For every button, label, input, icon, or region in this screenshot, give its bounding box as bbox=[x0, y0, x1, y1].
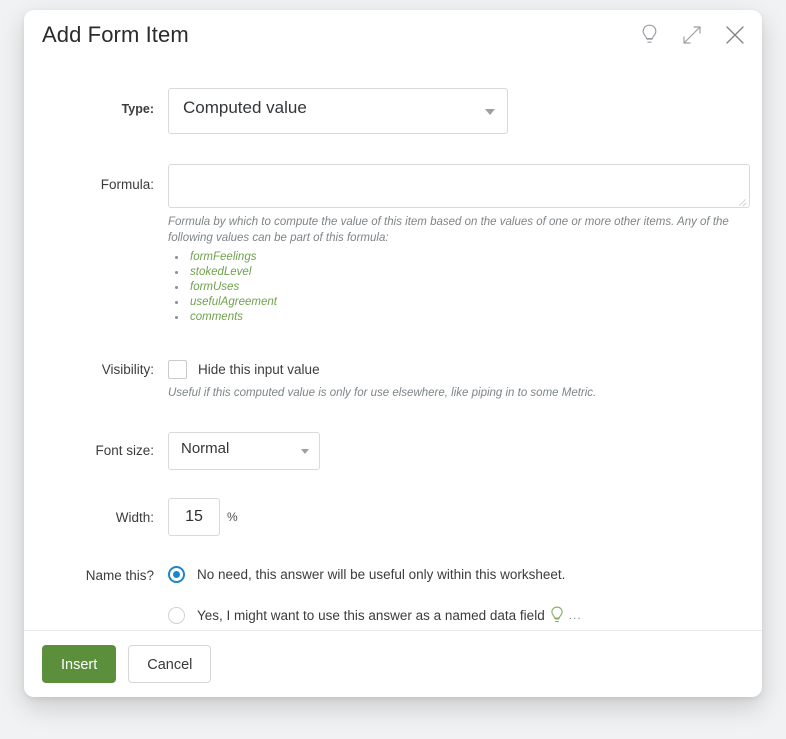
type-label: Type: bbox=[121, 102, 154, 116]
width-input[interactable] bbox=[168, 497, 220, 536]
width-unit-label: % bbox=[227, 509, 238, 524]
formula-input[interactable] bbox=[168, 164, 750, 208]
type-select[interactable]: Computed value bbox=[168, 88, 508, 134]
hide-input-value-control[interactable]: Hide this input value bbox=[168, 360, 744, 380]
dialog-footer: Insert Cancel bbox=[24, 630, 762, 697]
list-item: usefulAgreement bbox=[168, 295, 744, 310]
name-this-option-no[interactable]: No need, this answer will be useful only… bbox=[168, 565, 744, 583]
width-row: Width: % bbox=[42, 497, 744, 536]
formula-row: Formula: Formula by which to compute the… bbox=[42, 164, 750, 325]
close-icon[interactable] bbox=[722, 22, 748, 48]
type-select-value: Computed value bbox=[183, 98, 307, 117]
width-label: Width: bbox=[115, 509, 154, 525]
page-title: Add Form Item bbox=[42, 22, 189, 47]
hide-input-value-checkbox[interactable] bbox=[168, 360, 187, 380]
name-this-ellipsis: ... bbox=[568, 608, 582, 623]
dialog-body: Type: Computed value Formula: Formula by… bbox=[24, 68, 762, 630]
font-size-select[interactable]: Normal bbox=[168, 431, 320, 470]
name-this-option-yes-label: Yes, I might want to use this answer as … bbox=[197, 607, 545, 623]
visibility-label: Visibility: bbox=[101, 362, 154, 378]
type-row: Type: Computed value bbox=[42, 88, 744, 134]
visibility-help-text: Useful if this computed value is only fo… bbox=[168, 387, 597, 400]
formula-help-text: Formula by which to compute the value of… bbox=[168, 216, 729, 244]
formula-variable-list: formFeelings stokedLevel formUses useful… bbox=[168, 250, 744, 325]
name-this-radio-no[interactable] bbox=[168, 565, 185, 583]
name-this-option-no-label: No need, this answer will be useful only… bbox=[197, 566, 566, 582]
font-size-select-value: Normal bbox=[181, 439, 230, 457]
chevron-down-icon bbox=[485, 109, 495, 115]
add-form-item-dialog: Add Form Item Type: Computed value Formu… bbox=[24, 10, 762, 697]
font-size-label: Font size: bbox=[95, 442, 154, 458]
list-item: stokedLevel bbox=[168, 265, 744, 280]
insert-button[interactable]: Insert bbox=[42, 645, 117, 683]
width-control: % bbox=[168, 497, 744, 536]
lightbulb-icon[interactable] bbox=[636, 22, 662, 48]
visibility-row: Visibility: Hide this input value Useful… bbox=[42, 360, 744, 402]
cancel-button[interactable]: Cancel bbox=[128, 645, 212, 683]
hide-input-value-label: Hide this input value bbox=[198, 362, 320, 378]
expand-icon[interactable] bbox=[679, 22, 705, 48]
font-size-row: Font size: Normal bbox=[42, 431, 744, 470]
chevron-down-icon bbox=[301, 448, 309, 454]
formula-label: Formula: bbox=[100, 177, 154, 192]
name-this-radio-yes[interactable] bbox=[168, 606, 185, 624]
dialog-header: Add Form Item bbox=[24, 10, 762, 68]
name-this-option-yes[interactable]: Yes, I might want to use this answer as … bbox=[168, 606, 744, 625]
lightbulb-icon[interactable] bbox=[550, 606, 564, 625]
list-item: formFeelings bbox=[168, 250, 744, 265]
header-icon-group bbox=[636, 22, 748, 48]
list-item: formUses bbox=[168, 280, 744, 295]
name-this-label: Name this? bbox=[85, 567, 154, 583]
name-this-row: Name this? No need, this answer will be … bbox=[42, 565, 744, 625]
list-item: comments bbox=[168, 310, 744, 325]
resize-handle-icon[interactable] bbox=[738, 197, 747, 206]
